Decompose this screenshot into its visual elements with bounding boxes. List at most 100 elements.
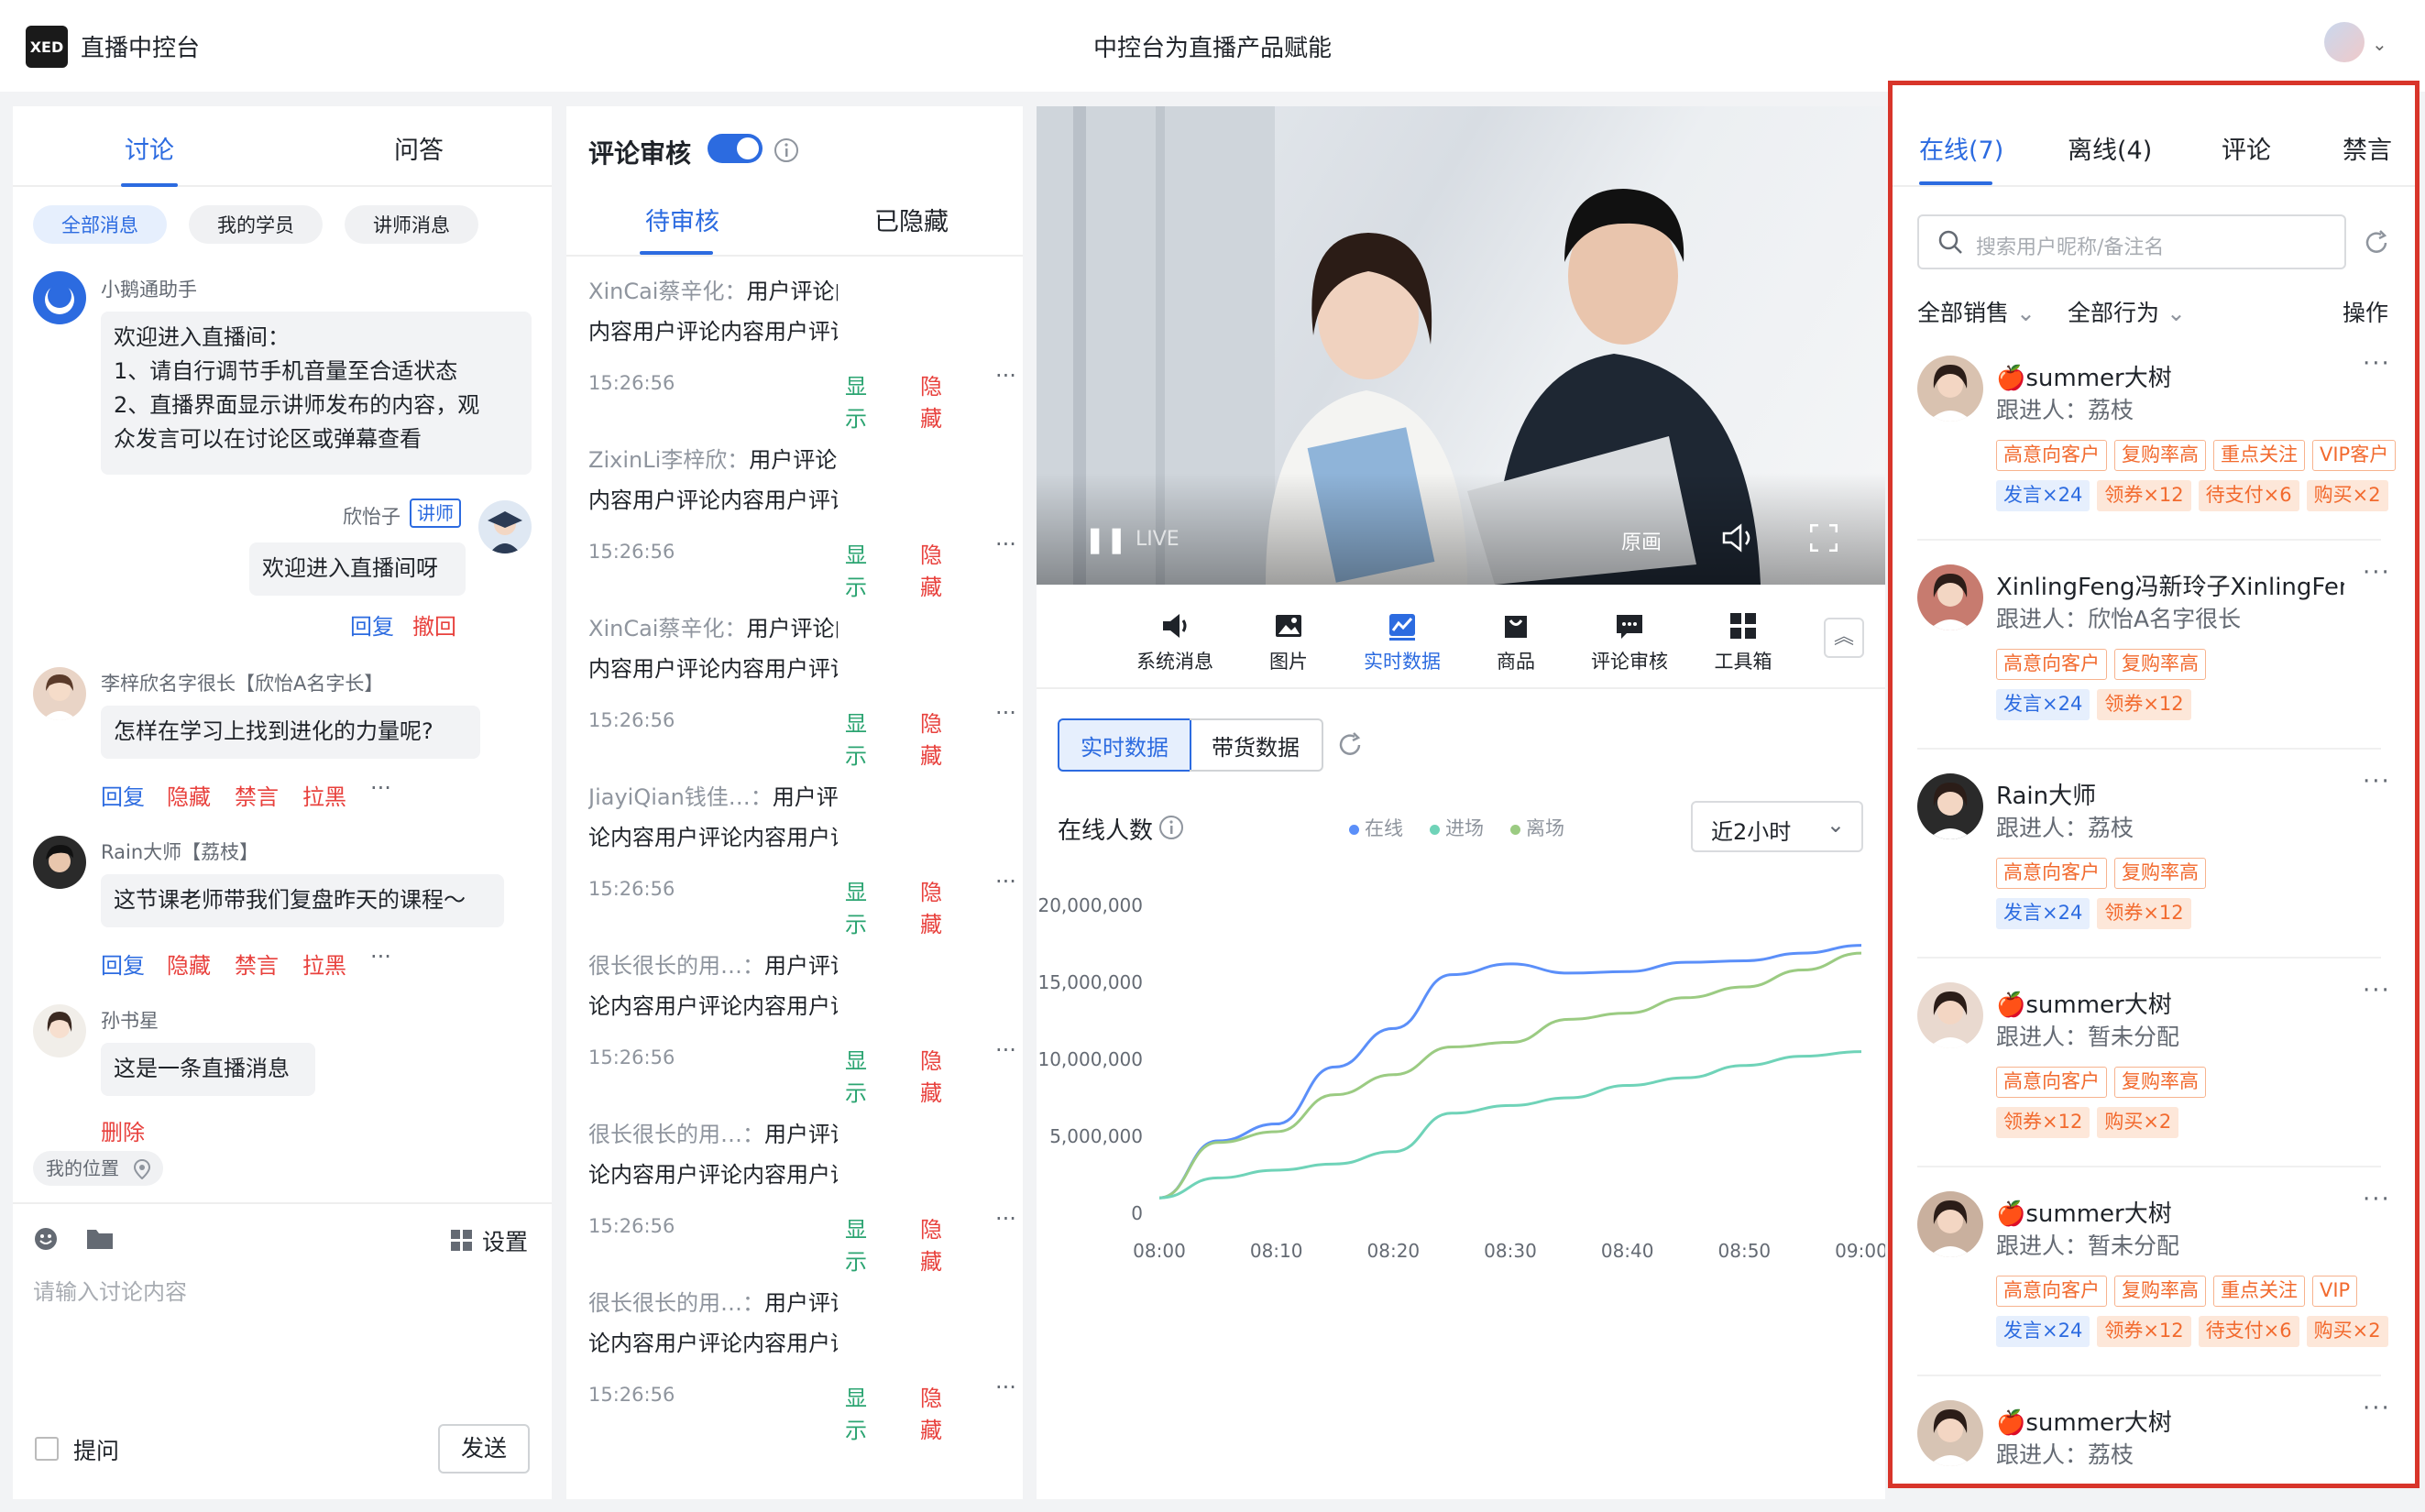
hide-button[interactable]: 隐藏: [920, 1211, 942, 1276]
more-icon[interactable]: ···: [2363, 350, 2391, 378]
pause-icon[interactable]: ❚❚: [1084, 524, 1127, 554]
more-icon[interactable]: ···: [2363, 1186, 2391, 1213]
hide-button[interactable]: 隐藏: [920, 706, 942, 770]
tab-muted[interactable]: 禁言: [2343, 130, 2392, 166]
review-toggle[interactable]: [708, 134, 763, 163]
tab-online[interactable]: 在线(7): [1919, 130, 2003, 166]
more-icon[interactable]: ···: [2363, 977, 2391, 1004]
show-button[interactable]: 显示: [845, 1043, 867, 1107]
chevron-down-icon[interactable]: ⌄: [2372, 33, 2387, 55]
user-avatar[interactable]: [2324, 22, 2365, 62]
hide-button[interactable]: 隐藏: [920, 1043, 942, 1107]
refresh-icon[interactable]: [1336, 731, 1364, 759]
chevron-down-icon: ⌄: [2015, 300, 2035, 326]
toolbar-realtime-data[interactable]: 实时数据: [1347, 610, 1457, 674]
fullscreen-icon[interactable]: [1810, 524, 1838, 552]
hide-link[interactable]: 隐藏: [167, 779, 211, 811]
show-button[interactable]: 显示: [845, 706, 867, 770]
settings-button[interactable]: 设置: [482, 1224, 528, 1257]
video-player[interactable]: ❚❚ LIVE 原画: [1037, 106, 1885, 585]
comment-text: 内容用户评论内容用户评论内容用户…: [588, 488, 838, 513]
toolbar-comment-review[interactable]: 评论审核: [1575, 610, 1684, 674]
series-line-0: [1158, 944, 1862, 1200]
more-icon[interactable]: ···: [995, 700, 1016, 726]
hide-button[interactable]: 隐藏: [920, 537, 942, 601]
toolbar-toolbox[interactable]: 工具箱: [1688, 610, 1798, 674]
tab-comments[interactable]: 评论: [2222, 130, 2271, 166]
tab-hidden[interactable]: 已隐藏: [874, 202, 949, 237]
show-button[interactable]: 显示: [845, 1380, 867, 1444]
info-icon[interactable]: [774, 137, 799, 163]
folder-icon[interactable]: [86, 1226, 114, 1250]
hide-button[interactable]: 隐藏: [920, 874, 942, 938]
user-tag: 复购率高: [2114, 858, 2206, 889]
emoji-icon[interactable]: [33, 1226, 59, 1252]
block-link[interactable]: 拉黑: [302, 948, 346, 980]
more-icon[interactable]: ···: [370, 775, 391, 801]
quality-button[interactable]: 原画: [1621, 526, 1662, 555]
recall-link[interactable]: 撤回: [412, 608, 456, 641]
tab-discussion[interactable]: 讨论: [125, 130, 174, 166]
mute-link[interactable]: 禁言: [235, 779, 279, 811]
show-button[interactable]: 显示: [845, 874, 867, 938]
hide-button[interactable]: 隐藏: [920, 1380, 942, 1444]
hide-link[interactable]: 隐藏: [167, 948, 211, 980]
delete-link[interactable]: 删除: [101, 1114, 145, 1146]
comment-time: 15:26:56: [588, 1384, 675, 1406]
info-icon[interactable]: [1158, 815, 1184, 840]
sales-filter[interactable]: 全部销售 ⌄: [1917, 295, 2035, 328]
toolbar-image[interactable]: 图片: [1234, 610, 1344, 674]
comment-text: 用户评论内容用户评论: [749, 447, 838, 473]
tab-qa[interactable]: 问答: [394, 130, 444, 166]
refresh-icon[interactable]: [2363, 229, 2390, 257]
more-icon[interactable]: ···: [370, 944, 391, 970]
more-icon[interactable]: ···: [995, 1037, 1016, 1063]
user-tag: 高意向客户: [1996, 1276, 2107, 1307]
divider: [566, 255, 1023, 257]
show-button[interactable]: 显示: [845, 368, 867, 433]
ask-checkbox[interactable]: [35, 1437, 59, 1461]
operate-button[interactable]: 操作: [2343, 295, 2388, 328]
chip-my-students[interactable]: 我的学员: [189, 205, 323, 244]
chip-teacher-messages[interactable]: 讲师消息: [345, 205, 478, 244]
show-button[interactable]: 显示: [845, 1211, 867, 1276]
mute-link[interactable]: 禁言: [235, 948, 279, 980]
more-icon[interactable]: ···: [2363, 768, 2391, 795]
comment-icon: [1617, 615, 1642, 639]
reply-link[interactable]: 回复: [101, 948, 145, 980]
user-search-input[interactable]: 搜索用户昵称/备注名: [1917, 214, 2346, 269]
volume-icon[interactable]: [1722, 522, 1757, 553]
active-tab-underline: [121, 183, 178, 187]
behavior-filter[interactable]: 全部行为 ⌄: [2068, 295, 2186, 328]
user-name: 🍎summer大树: [1996, 365, 2172, 392]
x-tick-label: 08:00: [1133, 1240, 1186, 1262]
send-button[interactable]: 发送: [438, 1424, 530, 1474]
toolbar-system-message[interactable]: 系统消息: [1120, 610, 1230, 674]
tab-pending[interactable]: 待审核: [645, 202, 719, 237]
block-link[interactable]: 拉黑: [302, 779, 346, 811]
comment-text: 用户评论内容用户评: [764, 953, 838, 979]
tab-sales-data[interactable]: 带货数据: [1190, 718, 1323, 772]
tab-realtime-data[interactable]: 实时数据: [1058, 718, 1191, 772]
more-icon[interactable]: ···: [2363, 559, 2391, 586]
show-button[interactable]: 显示: [845, 537, 867, 601]
toolbar-products[interactable]: 商品: [1461, 610, 1571, 674]
reply-link[interactable]: 回复: [350, 608, 394, 641]
location-chip[interactable]: 我的位置: [33, 1151, 163, 1186]
discussion-input[interactable]: 请输入讨论内容: [33, 1274, 528, 1439]
time-range-select[interactable]: 近2小时 ⌄: [1691, 801, 1863, 852]
user-tag: 发言×24: [1996, 480, 2090, 511]
more-icon[interactable]: ···: [995, 531, 1016, 557]
more-icon[interactable]: ···: [2363, 1395, 2391, 1422]
more-icon[interactable]: ···: [995, 363, 1016, 389]
more-icon[interactable]: ···: [995, 1375, 1016, 1400]
chip-all-messages[interactable]: 全部消息: [33, 205, 167, 244]
follower-label: 跟进人：荔枝: [1996, 815, 2134, 841]
hide-button[interactable]: 隐藏: [920, 368, 942, 433]
more-icon[interactable]: ···: [995, 869, 1016, 894]
reply-link[interactable]: 回复: [101, 779, 145, 811]
collapse-toolbar-button[interactable]: ︽: [1824, 618, 1864, 658]
tab-offline[interactable]: 离线(4): [2068, 130, 2152, 166]
comment-time: 15:26:56: [588, 878, 675, 900]
more-icon[interactable]: ···: [995, 1206, 1016, 1232]
